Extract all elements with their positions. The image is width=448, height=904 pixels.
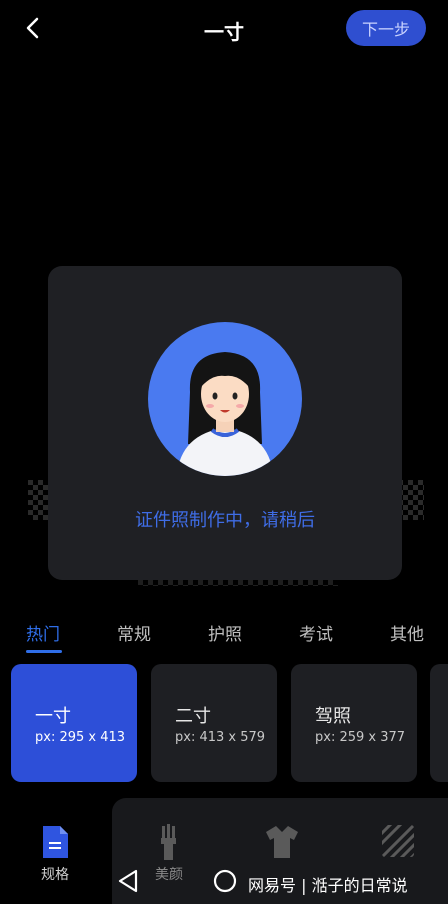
category-tabs: 热门 常规 护照 考试 其他 (0, 612, 448, 654)
nav-outfit[interactable] (262, 824, 302, 864)
loading-dialog: 证件照制作中，请稍后 (48, 266, 402, 580)
nav-label: 美颜 (155, 867, 183, 883)
tab-regular[interactable]: 常规 (117, 620, 151, 645)
size-card-pixels: px: 259 x 377 (315, 730, 406, 745)
size-card-one-inch[interactable]: 一寸 px: 295 x 413 (11, 664, 137, 782)
nav-label: 规格 (41, 867, 69, 883)
nav-beauty[interactable]: 美颜 (144, 824, 194, 884)
tab-hot[interactable]: 热门 (26, 620, 60, 645)
size-card-partial[interactable] (430, 664, 448, 782)
top-bar: 一寸 下一步 (0, 0, 448, 56)
active-tab-indicator (26, 650, 62, 653)
size-card-pixels: px: 413 x 579 (175, 730, 266, 745)
tab-exam[interactable]: 考试 (299, 620, 333, 645)
tab-other[interactable]: 其他 (390, 620, 424, 645)
size-card-name: 一寸 (35, 706, 71, 727)
loading-message: 证件照制作中，请稍后 (135, 510, 315, 531)
size-card-name: 二寸 (175, 706, 211, 727)
nav-background[interactable] (378, 824, 418, 862)
brush-icon (161, 824, 176, 860)
size-card-pixels: px: 295 x 413 (35, 730, 126, 745)
system-home-icon[interactable] (213, 869, 237, 893)
document-icon (43, 826, 68, 858)
tab-passport[interactable]: 护照 (208, 620, 242, 645)
system-back-icon[interactable] (116, 868, 140, 894)
shirt-icon (266, 826, 298, 858)
nav-spec[interactable]: 规格 (30, 824, 80, 884)
background-pattern-icon (382, 825, 414, 857)
size-card-name: 驾照 (315, 706, 351, 727)
size-card-driver-license[interactable]: 驾照 px: 259 x 377 (291, 664, 417, 782)
avatar-illustration (148, 322, 302, 476)
next-step-button[interactable]: 下一步 (346, 10, 426, 46)
size-card-two-inch[interactable]: 二寸 px: 413 x 579 (151, 664, 277, 782)
watermark-text: 网易号 | 湉子的日常说 (248, 876, 408, 895)
